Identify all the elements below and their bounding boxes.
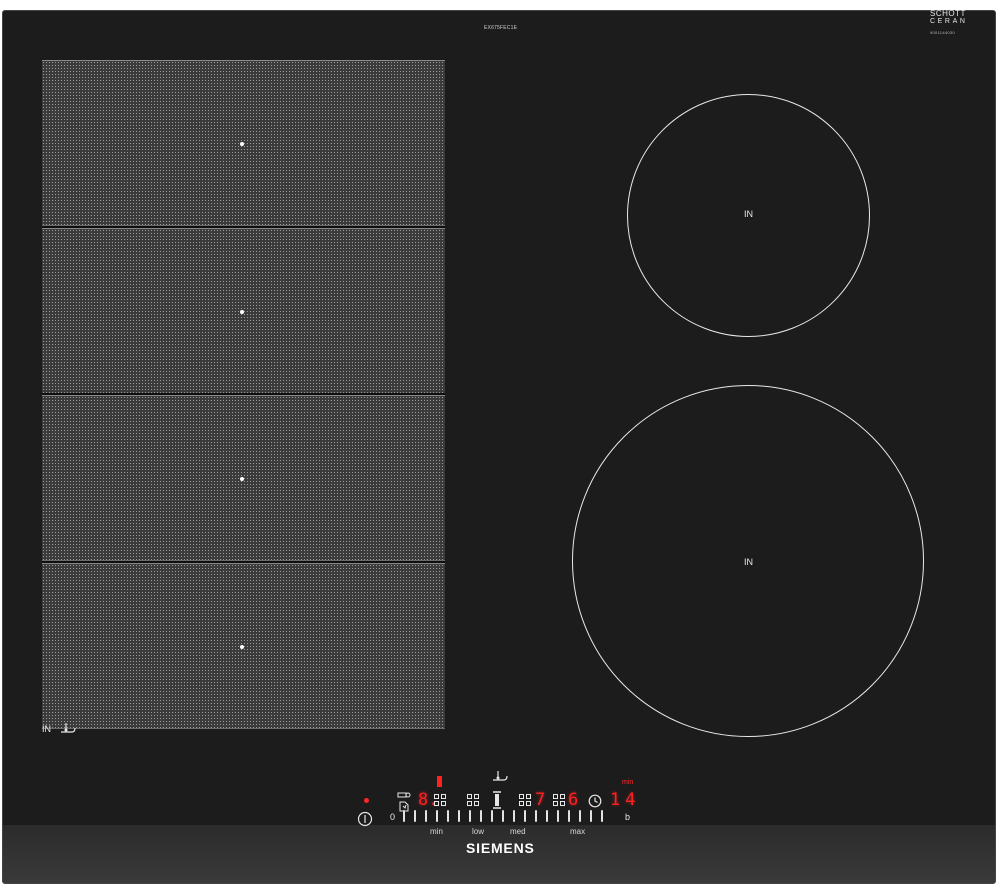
slider-tick[interactable] — [546, 810, 548, 822]
slider-tick[interactable] — [414, 810, 416, 822]
zone-3-select-icon[interactable] — [519, 794, 532, 807]
slider-tick[interactable] — [491, 810, 493, 822]
slider-tick[interactable] — [403, 810, 405, 822]
zone-center-dot — [240, 477, 244, 481]
slider-tick[interactable] — [425, 810, 427, 822]
flex-zone-select-icon[interactable] — [434, 794, 447, 807]
slider-tick[interactable] — [579, 810, 581, 822]
flex-zone-section-2[interactable] — [42, 228, 445, 394]
timer-unit: min — [622, 779, 634, 786]
slider-tick[interactable] — [568, 810, 570, 822]
clock-icon[interactable] — [588, 794, 602, 808]
slider-tick[interactable] — [513, 810, 515, 822]
flex-zone-section-3[interactable] — [42, 395, 445, 561]
power-indicator-led — [364, 798, 369, 803]
scale-label-low: low — [472, 827, 485, 836]
slider-tick[interactable] — [458, 810, 460, 822]
power-icon[interactable] — [357, 811, 373, 827]
boost-label[interactable]: b — [625, 812, 630, 822]
flex-zone-label: IN — [42, 724, 51, 734]
slider-tick[interactable] — [447, 810, 449, 822]
scale-label-min: min — [430, 827, 443, 836]
flex-mode-icon[interactable] — [492, 791, 502, 809]
zone-4-power-display: 6 — [568, 790, 579, 810]
slider-tick[interactable] — [601, 810, 603, 822]
rear-right-burner-label: IN — [744, 209, 753, 219]
zone-center-dot — [240, 310, 244, 314]
front-right-burner-label: IN — [744, 557, 753, 567]
slider-tick[interactable] — [469, 810, 471, 822]
zone-center-dot — [240, 645, 244, 649]
slider-tick[interactable] — [502, 810, 504, 822]
scale-label-max: max — [570, 827, 586, 836]
scale-label-med: med — [510, 827, 526, 836]
brand-logo: SIEMENS — [466, 840, 535, 856]
model-code: EX675FEC1E — [484, 25, 518, 31]
timer-display: 14 — [610, 790, 641, 810]
flex-zone-section-1[interactable] — [42, 60, 445, 226]
schott-text: SCHOTT — [930, 9, 966, 18]
power-slider[interactable] — [398, 810, 606, 824]
schott-ceran-logo: SCHOTT CERAN 9001144030 — [930, 10, 968, 37]
pot-sensor-icon — [61, 723, 76, 733]
zone-2-select-icon[interactable] — [467, 794, 480, 807]
slider-zero-label: 0 — [390, 812, 396, 822]
serial-number: 9001144030 — [930, 30, 955, 35]
slider-tick[interactable] — [524, 810, 526, 822]
flex-zone-active-bar — [437, 776, 442, 787]
flex-zone-section-4[interactable] — [42, 563, 445, 729]
zone-3-power-display: 7 — [535, 790, 546, 810]
pot-sensor-icon[interactable] — [492, 770, 508, 784]
zone-4-select-icon[interactable] — [553, 794, 566, 807]
slider-tick[interactable] — [590, 810, 592, 822]
slider-tick[interactable] — [436, 810, 438, 822]
zone-center-dot — [240, 142, 244, 146]
slider-tick[interactable] — [480, 810, 482, 822]
slider-tick[interactable] — [557, 810, 559, 822]
slider-tick[interactable] — [535, 810, 537, 822]
ceran-text: CERAN — [930, 18, 968, 25]
